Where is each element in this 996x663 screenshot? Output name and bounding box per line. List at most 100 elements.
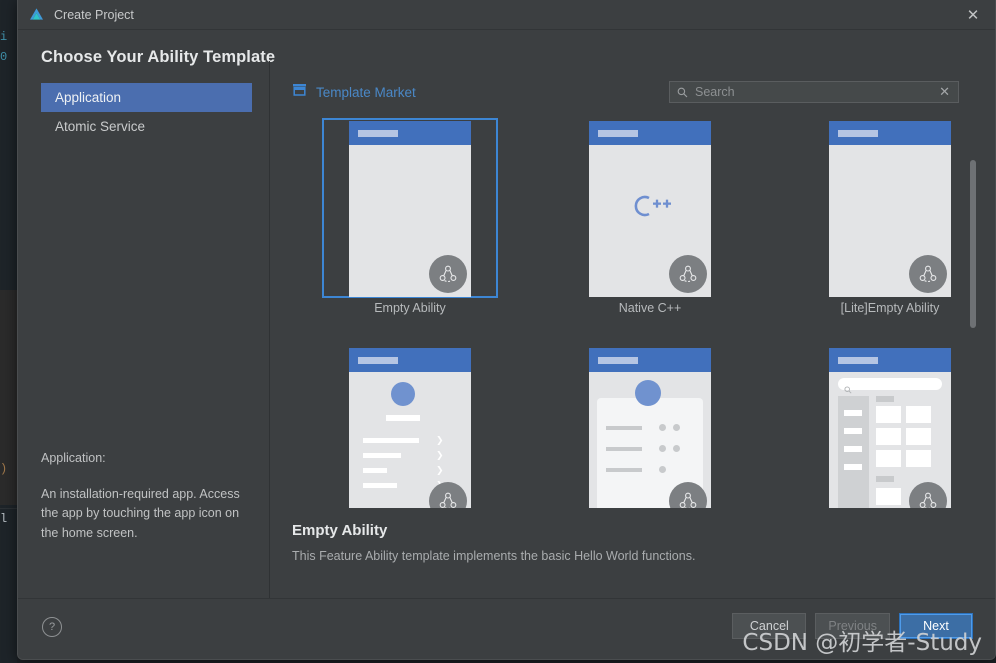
thumb-row-bar (363, 468, 387, 473)
template-card-profile[interactable] (562, 345, 738, 508)
selected-template-title: Empty Ability (292, 522, 388, 539)
thumb-section-title (876, 396, 894, 402)
harmonyos-badge-icon (909, 255, 947, 293)
cancel-button[interactable]: Cancel (732, 613, 807, 639)
scrollbar-thumb[interactable] (970, 160, 976, 328)
help-circle-icon[interactable]: ? (42, 617, 62, 637)
huawei-devtools-logo-icon (27, 6, 45, 24)
thumb-tile (876, 488, 901, 505)
dialog-footer: ? Cancel Previous Next (18, 598, 995, 659)
thumb-appbar (349, 121, 471, 145)
previous-button: Previous (815, 613, 890, 639)
thumb-tile (876, 428, 901, 445)
template-card-label: [Lite]Empty Ability (840, 301, 940, 315)
thumb-row-bar (363, 438, 419, 443)
template-card-frame (802, 118, 978, 298)
thumb-dot (673, 424, 680, 431)
chevron-right-icon: ❯ (436, 466, 444, 476)
template-card-lite-empty-ability[interactable]: [Lite]Empty Ability (802, 118, 978, 315)
thumb-row-bar (363, 483, 397, 488)
sidebar-item-label: Application (55, 90, 122, 105)
search-icon (677, 87, 688, 98)
thumb-appbar-title (598, 130, 638, 137)
dialog-body: Choose Your Ability Template Application… (18, 30, 995, 600)
dialog-title: Create Project (54, 7, 134, 22)
harmonyos-badge-icon (909, 482, 947, 508)
thumb-sidebar-item (844, 464, 862, 470)
template-card-frame (802, 345, 978, 508)
thumb-dot (659, 424, 666, 431)
template-grid: Empty Ability Native C++ [Lite]Empty Abi… (280, 118, 983, 508)
template-thumbnail (829, 121, 951, 297)
search-input[interactable]: Search ✕ (669, 81, 959, 103)
harmonyos-badge-icon (429, 255, 467, 293)
sidebar-item-label: Atomic Service (55, 119, 146, 134)
clear-search-icon[interactable]: ✕ (939, 85, 950, 100)
market-search-row: Template Market Search ✕ (280, 80, 983, 114)
thumb-dot (659, 466, 666, 473)
template-pane: Template Market Search ✕ Empty Ability N… (280, 80, 983, 600)
thumb-row-bar (606, 447, 642, 451)
thumb-row-bar (363, 453, 401, 458)
thumb-tile (876, 406, 901, 423)
thumb-dot (673, 445, 680, 452)
ide-code-fragment: 0 (0, 50, 8, 64)
thumb-appbar-title (358, 357, 398, 364)
ide-code-fragment: l (0, 512, 8, 526)
ide-lower-area (0, 505, 17, 663)
template-grid-scrollbar[interactable] (969, 118, 977, 418)
template-thumbnail (589, 121, 711, 297)
template-thumbnail (829, 348, 951, 508)
thumb-appbar (589, 348, 711, 372)
category-description-title: Application: (41, 451, 106, 465)
thumb-avatar (391, 382, 415, 406)
template-market-link[interactable]: Template Market (292, 83, 416, 102)
thumb-appbar-title (838, 357, 878, 364)
chevron-right-icon: ❯ (436, 436, 444, 446)
category-description: Application: An installation-required ap… (41, 449, 241, 543)
close-icon[interactable]: ✕ (951, 0, 995, 29)
template-card-frame: ❯ ❯ ❯ ❯ (322, 345, 498, 508)
template-thumbnail (589, 348, 711, 508)
selected-template-text: This Feature Ability template implements… (292, 549, 696, 563)
thumb-appbar-title (838, 130, 878, 137)
template-card-label: Empty Ability (374, 301, 446, 315)
cpp-logo-icon (589, 193, 711, 224)
thumb-appbar-title (358, 130, 398, 137)
thumb-appbar (349, 348, 471, 372)
thumb-search-pill (838, 378, 942, 390)
next-button[interactable]: Next (899, 613, 973, 639)
template-thumbnail: ❯ ❯ ❯ ❯ (349, 348, 471, 508)
sidebar-item-application[interactable]: Application (41, 83, 252, 112)
template-card-label: Native C++ (618, 301, 682, 315)
thumb-tile (906, 428, 931, 445)
thumb-row-bar (606, 468, 642, 472)
template-card-list[interactable]: ❯ ❯ ❯ ❯ (322, 345, 498, 508)
sidebar-item-atomic-service[interactable]: Atomic Service (41, 112, 252, 141)
ide-code-fragment: ) (0, 462, 8, 476)
template-card-native-cpp[interactable]: Native C++ (562, 118, 738, 315)
thumb-tile (906, 450, 931, 467)
ide-divider (0, 508, 17, 509)
footer-button-group: Cancel Previous Next (732, 613, 973, 639)
create-project-dialog: Create Project ✕ Choose Your Ability Tem… (17, 0, 996, 660)
thumb-appbar-title (598, 357, 638, 364)
template-market-label: Template Market (316, 85, 416, 100)
thumb-tile (906, 406, 931, 423)
category-description-body: An installation-required app. Access the… (41, 486, 240, 540)
thumb-appbar (829, 348, 951, 372)
thumb-row-bar (606, 426, 642, 430)
page-title: Choose Your Ability Template (41, 48, 276, 66)
thumb-dot (659, 445, 666, 452)
thumb-appbar (829, 121, 951, 145)
vertical-divider (269, 61, 270, 600)
thumb-sidebar-item (844, 410, 862, 416)
thumb-name-bar (386, 415, 420, 421)
search-placeholder: Search (695, 85, 735, 99)
template-card-frame (562, 345, 738, 508)
template-card-category[interactable] (802, 345, 978, 508)
category-sidebar: Application Atomic Service Application: … (41, 83, 252, 600)
template-card-empty-ability[interactable]: Empty Ability (322, 118, 498, 315)
harmonyos-badge-icon (429, 482, 467, 508)
dialog-titlebar: Create Project ✕ (18, 0, 995, 30)
